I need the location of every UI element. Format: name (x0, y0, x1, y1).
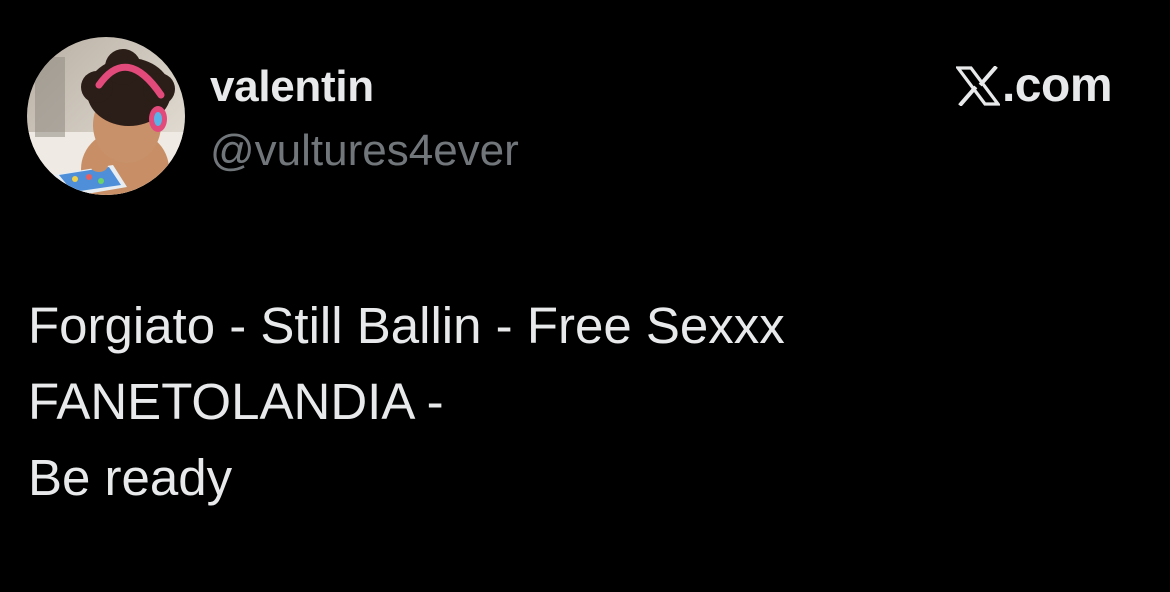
tweet-text: Forgiato - Still Ballin - Free Sexxx FAN… (28, 288, 1128, 516)
tweet-card: valentin @vultures4ever .com Forgiato - … (0, 0, 1170, 592)
avatar-photo (27, 37, 185, 195)
tweet-line: FANETOLANDIA - (28, 373, 444, 430)
display-name[interactable]: valentin (210, 60, 374, 114)
x-com-brand: .com (955, 58, 1113, 114)
brand-domain-label: .com (1001, 59, 1113, 112)
tweet-line: Be ready (28, 449, 233, 506)
avatar[interactable] (27, 37, 185, 195)
user-handle[interactable]: @vultures4ever (210, 124, 519, 178)
x-logo-icon (955, 66, 1000, 106)
tweet-line: Forgiato - Still Ballin - Free Sexxx (28, 297, 785, 354)
